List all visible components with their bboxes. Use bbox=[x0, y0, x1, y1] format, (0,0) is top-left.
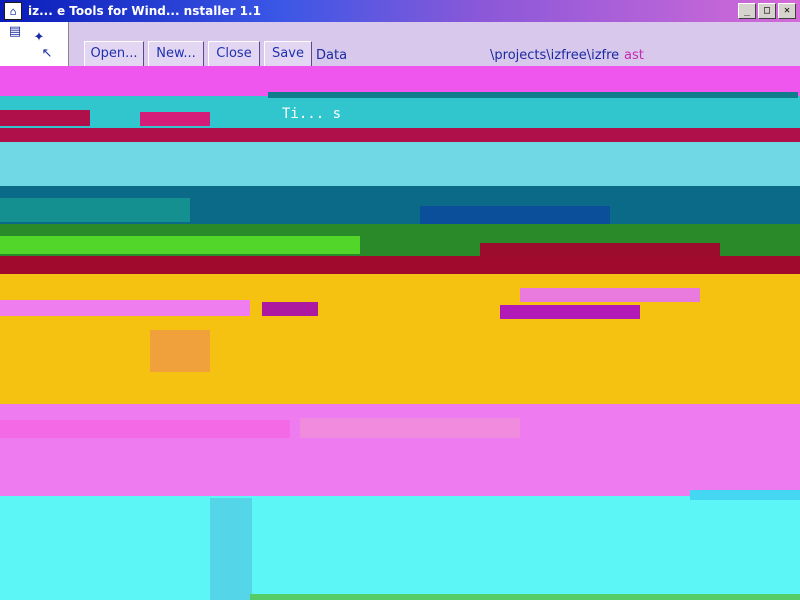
glitch-speck bbox=[210, 498, 252, 600]
open-button[interactable]: Open... bbox=[84, 41, 144, 67]
content-band-cyan bbox=[0, 496, 800, 600]
project-path-tail: ast bbox=[624, 48, 644, 63]
folder-icon[interactable]: ▤ bbox=[6, 24, 24, 40]
glitch-speck bbox=[420, 206, 610, 224]
close-button[interactable]: Close bbox=[208, 41, 260, 67]
cursor-icon[interactable]: ↖ bbox=[38, 46, 56, 62]
installer-app-icon: ⌂ bbox=[4, 2, 22, 20]
glitch-speck bbox=[250, 594, 800, 600]
content-band-red bbox=[0, 256, 800, 274]
close-icon[interactable]: ✕ bbox=[778, 3, 796, 19]
save-button[interactable]: Save bbox=[264, 41, 312, 67]
installer-window: ⌂ iz... e Tools for Wind... nstaller 1.1… bbox=[0, 0, 800, 600]
wizard-icon[interactable]: ✦ bbox=[30, 30, 48, 46]
glitch-speck bbox=[0, 110, 90, 126]
glitch-speck bbox=[0, 198, 190, 222]
glitch-speck bbox=[268, 92, 798, 98]
toolbar: ▤ ✦ ↖ Open... New... Close Save Data \pr… bbox=[0, 22, 800, 67]
glitch-speck bbox=[690, 490, 800, 500]
glitch-speck bbox=[500, 305, 640, 319]
maximize-icon[interactable]: □ bbox=[758, 3, 776, 19]
data-label: Data bbox=[316, 48, 348, 63]
toolbar-icon-area: ▤ ✦ ↖ bbox=[0, 22, 69, 66]
project-path: \projects\izfree\izfre bbox=[490, 48, 620, 63]
glitch-speck bbox=[150, 330, 210, 372]
glitch-speck bbox=[0, 236, 360, 254]
new-button[interactable]: New... bbox=[148, 41, 204, 67]
glitch-speck bbox=[140, 112, 210, 126]
window-title: iz... e Tools for Wind... nstaller 1.1 bbox=[28, 4, 261, 18]
minimize-icon[interactable]: _ bbox=[738, 3, 756, 19]
glitch-speck bbox=[0, 420, 290, 438]
content-band-crimson bbox=[0, 128, 800, 142]
content-band-teal bbox=[0, 96, 800, 128]
glitch-speck bbox=[0, 300, 250, 316]
glitch-speck bbox=[262, 302, 318, 316]
glitch-speck bbox=[520, 288, 700, 302]
window-controls: _ □ ✕ bbox=[738, 3, 796, 19]
glitch-speck bbox=[480, 243, 720, 257]
title-bar[interactable]: ⌂ iz... e Tools for Wind... nstaller 1.1… bbox=[0, 0, 800, 22]
content-band-mixed-light bbox=[0, 142, 800, 186]
content-overlay-text: Ti... s bbox=[282, 106, 342, 122]
glitch-speck bbox=[300, 418, 520, 438]
